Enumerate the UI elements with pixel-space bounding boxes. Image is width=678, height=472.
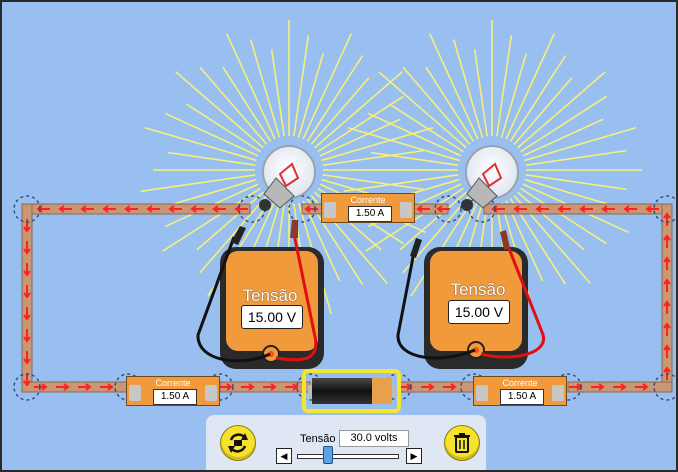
voltage-value-field[interactable]: 30.0 volts (339, 430, 409, 447)
circuit-canvas[interactable]: Corrente 1.50 A Corrente 1.50 A Corrente… (0, 0, 678, 472)
light-bulb-left[interactable] (259, 145, 316, 211)
ammeter-title: Corrente (155, 378, 191, 388)
voltage-slider-thumb[interactable] (323, 446, 333, 464)
light-bulb-right[interactable] (461, 145, 519, 211)
delete-component-button[interactable] (444, 425, 480, 461)
ammeter-reading: 1.50 A (348, 206, 392, 222)
voltmeter-right-reading: 15.00 V (448, 300, 510, 324)
ammeter-top[interactable]: Corrente 1.50 A (321, 193, 415, 223)
decrease-voltage-button[interactable]: ◀ (276, 448, 292, 464)
circuit-drawing (13, 20, 676, 413)
ammeter-title: Corrente (350, 195, 386, 205)
current-flow-arrows (23, 205, 671, 391)
voltage-label: Tensão (300, 433, 336, 445)
ammeter-bottom-left[interactable]: Corrente 1.50 A (126, 376, 220, 406)
voltmeter-left-reading: 15.00 V (241, 305, 303, 329)
voltage-slider-track[interactable] (297, 454, 399, 459)
increase-voltage-button[interactable]: ▶ (406, 448, 422, 464)
ammeter-title: Corrente (502, 378, 538, 388)
reverse-battery-button[interactable] (220, 425, 256, 461)
voltmeter-right-title: Tensão (450, 280, 506, 299)
battery-control-panel: Tensão 30.0 volts ◀ ▶ (206, 415, 486, 470)
circuit-wires[interactable] (21, 203, 673, 393)
voltmeter-left-title: Tensão (242, 286, 298, 305)
ammeter-reading: 1.50 A (500, 389, 544, 405)
ammeter-bottom-right[interactable]: Corrente 1.50 A (473, 376, 567, 406)
trash-icon (454, 433, 470, 453)
battery[interactable] (302, 369, 401, 413)
rotate-icon (228, 433, 248, 453)
ammeter-reading: 1.50 A (153, 389, 197, 405)
